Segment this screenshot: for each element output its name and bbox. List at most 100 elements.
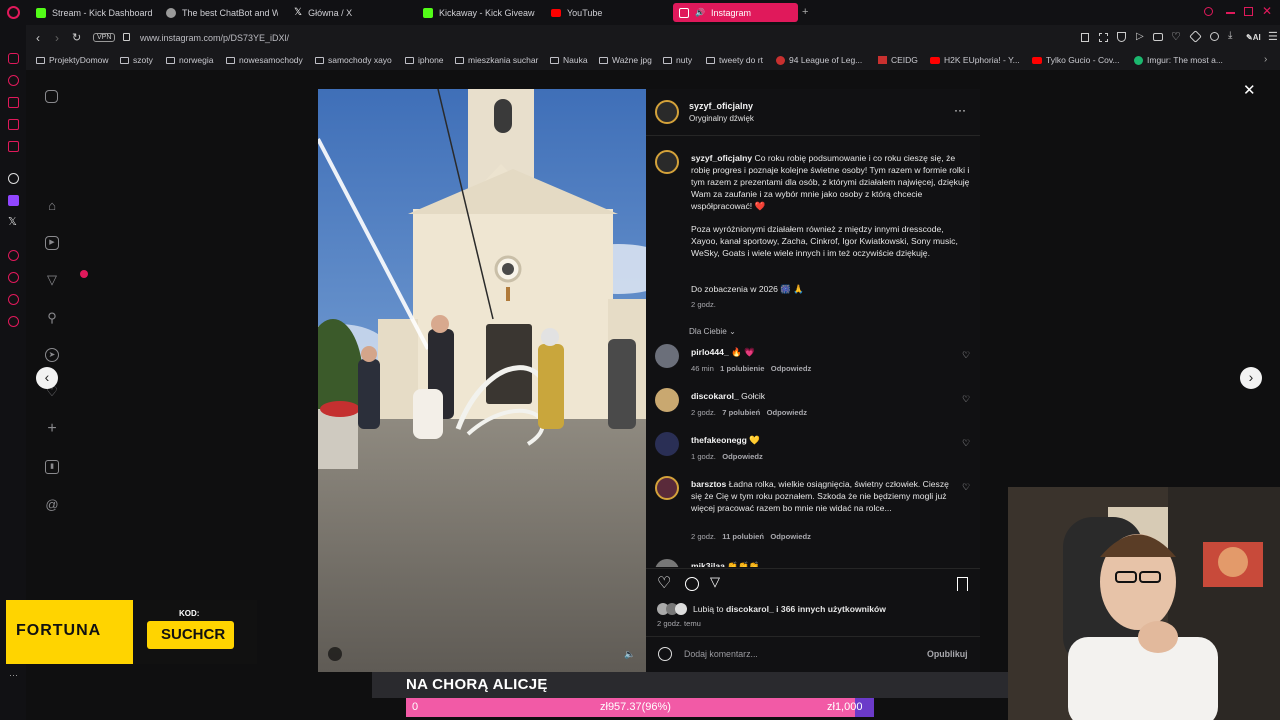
close-post-button[interactable]: ✕: [1243, 81, 1256, 99]
bookmark-folder[interactable]: nowesamochody: [226, 55, 303, 65]
bookmark-folder[interactable]: ProjektyDomow: [36, 55, 109, 65]
share-icon[interactable]: ▽: [710, 574, 720, 590]
caption-author-avatar[interactable]: [655, 150, 679, 174]
adblock-icon[interactable]: [1117, 32, 1126, 42]
tab-youtube[interactable]: YouTube: [551, 3, 661, 22]
comment-likes[interactable]: 1 polubienie: [720, 364, 764, 373]
bookmark-folder[interactable]: tweety do rt: [706, 55, 763, 65]
bookmark-folder[interactable]: samochody xayo: [315, 55, 392, 65]
clock-icon[interactable]: [8, 272, 19, 283]
audio-label[interactable]: Oryginalny dźwięk: [689, 114, 754, 123]
twitch-icon[interactable]: [8, 195, 19, 206]
search-tabs-icon[interactable]: [1204, 7, 1213, 16]
bookmark-link[interactable]: H2K EUphoria! - Y...: [930, 55, 1020, 65]
tab-kick-dashboard[interactable]: Stream - Kick Dashboard: [36, 3, 154, 22]
author-avatar[interactable]: [655, 100, 679, 124]
caption-author[interactable]: syzyf_oficjalny: [691, 153, 752, 163]
comment-like-icon[interactable]: ♡: [962, 395, 971, 404]
likes-user[interactable]: discokarol_: [726, 604, 774, 614]
camera-icon[interactable]: [1153, 33, 1163, 41]
bookmark-link[interactable]: Tylko Gucio - Cov...: [1032, 55, 1120, 65]
tab-instagram[interactable]: 🔊 Instagram: [673, 3, 798, 22]
back-icon[interactable]: ‹: [36, 31, 40, 45]
tab-x[interactable]: 𝕏 Główna / X: [294, 3, 404, 22]
post-author[interactable]: syzyf_oficjalny: [689, 101, 753, 111]
likes-count[interactable]: i 366 innych użytkowników: [776, 604, 886, 614]
comment-like-icon[interactable]: ♡: [962, 439, 971, 448]
news-icon[interactable]: [8, 119, 19, 130]
search-icon[interactable]: ⚲: [45, 311, 59, 325]
menu-icon[interactable]: ☰: [1268, 30, 1278, 43]
bookmark-link[interactable]: Imgur: The most a...: [1134, 55, 1223, 65]
heart-bookmark-icon[interactable]: ♡: [1171, 30, 1181, 43]
next-post-button[interactable]: ›: [1240, 367, 1262, 389]
dashboard-icon[interactable]: ▮: [45, 460, 59, 474]
download-icon[interactable]: ⤓: [1228, 30, 1232, 41]
bookmark-folder[interactable]: Nauka: [550, 55, 588, 65]
commenter-avatar[interactable]: [655, 344, 679, 368]
comment-user[interactable]: discokarol_: [691, 391, 739, 401]
downloads-icon[interactable]: [8, 316, 19, 327]
comment-likes[interactable]: 7 polubień: [722, 408, 760, 417]
more-icon[interactable]: ···: [9, 670, 18, 680]
commenter-avatar[interactable]: [655, 476, 679, 500]
previous-post-button[interactable]: ‹: [36, 367, 58, 389]
comment-like-icon[interactable]: ♡: [962, 483, 971, 492]
comment-user[interactable]: thefakeonegg: [691, 435, 747, 445]
chatgpt-icon[interactable]: [8, 173, 19, 184]
more-options-icon[interactable]: ···: [954, 103, 966, 117]
messenger-icon[interactable]: [8, 53, 19, 64]
instagram-logo-icon[interactable]: [45, 90, 58, 103]
play-icon[interactable]: ▷: [1136, 31, 1144, 42]
vpn-badge[interactable]: VPN: [93, 33, 116, 42]
comment-user[interactable]: mik3ilaa: [691, 561, 725, 567]
pin-icon[interactable]: [1081, 33, 1089, 42]
publish-button[interactable]: Opublikuj: [927, 649, 968, 659]
account-icon[interactable]: [1210, 32, 1219, 41]
likes-avatars[interactable]: [657, 603, 691, 615]
new-tab-button[interactable]: +: [802, 6, 808, 18]
bookmark-folder[interactable]: iphone: [405, 55, 444, 65]
bookmarks-overflow-icon[interactable]: ›: [1264, 54, 1267, 65]
bookmark-folder[interactable]: nuty: [663, 55, 692, 65]
bookmark-link[interactable]: 94 League of Leg...: [776, 55, 862, 65]
emoji-icon[interactable]: [658, 647, 672, 661]
reply-button[interactable]: Odpowiedz: [770, 532, 811, 541]
forward-icon[interactable]: ›: [55, 31, 59, 45]
comment-likes[interactable]: 11 polubień: [722, 532, 764, 541]
commenter-avatar[interactable]: [655, 559, 679, 567]
reply-button[interactable]: Odpowiedz: [771, 364, 812, 373]
close-window-button[interactable]: ✕: [1262, 4, 1272, 18]
comment-user[interactable]: pirlo444_: [691, 347, 729, 357]
post-video[interactable]: 🔈: [318, 89, 646, 672]
home-icon[interactable]: ⌂: [45, 199, 59, 213]
music-icon[interactable]: [8, 294, 19, 305]
x-sidebar-icon[interactable]: 𝕏: [8, 215, 17, 228]
create-icon[interactable]: +: [45, 421, 59, 437]
history-icon[interactable]: [8, 75, 19, 86]
explore-icon[interactable]: ➤: [45, 348, 59, 362]
opera-logo-icon[interactable]: [7, 6, 20, 19]
commenter-avatar[interactable]: [655, 388, 679, 412]
bookmark-folder[interactable]: norwegia: [166, 55, 214, 65]
audio-user-icon[interactable]: [328, 647, 342, 661]
tab-chatbot[interactable]: The best ChatBot and Wi: [166, 3, 278, 22]
comment-icon[interactable]: [685, 577, 699, 591]
threads-icon[interactable]: @: [45, 498, 59, 512]
pinboard-icon[interactable]: [8, 250, 19, 261]
save-icon[interactable]: [957, 577, 968, 591]
mute-icon[interactable]: 🔈: [624, 649, 635, 660]
reply-button[interactable]: Odpowiedz: [767, 408, 808, 417]
speaker-icon[interactable]: 🔊: [695, 8, 705, 17]
bookmark-folder[interactable]: Ważne jpg: [599, 55, 652, 65]
comment-user[interactable]: barsztos: [691, 479, 726, 489]
extensions-icon[interactable]: [1189, 30, 1202, 43]
reply-button[interactable]: Odpowiedz: [722, 452, 763, 461]
comment-input[interactable]: Dodaj komentarz...: [684, 649, 758, 659]
mail-icon[interactable]: [8, 141, 19, 152]
comment-sort-dropdown[interactable]: Dla Ciebie ⌄: [689, 326, 736, 336]
url-field[interactable]: www.instagram.com/p/DS73YE_iDXl/: [140, 33, 289, 43]
tab-kickaway[interactable]: Kickaway - Kick Giveaway: [423, 3, 535, 22]
bookmark-folder[interactable]: mieszkania suchar: [455, 55, 538, 65]
bookmark-folder[interactable]: szoty: [120, 55, 153, 65]
